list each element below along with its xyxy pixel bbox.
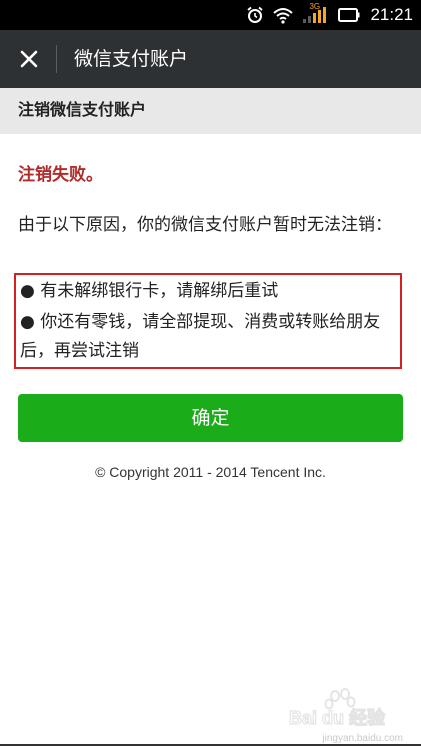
bullet-icon: ● [20, 281, 35, 301]
nav-divider [56, 45, 57, 73]
reason-list: ● 有未解绑银行卡，请解绑后重试 ● 你还有零钱，请全部提现、消费或转账给朋友后… [14, 273, 402, 369]
section-header-title: 注销微信支付账户 [18, 100, 147, 119]
status-time: 21:21 [370, 5, 413, 24]
battery-icon [338, 8, 360, 22]
copyright-text: © Copyright 2011 - 2014 Tencent Inc. [95, 464, 326, 480]
close-button[interactable] [14, 44, 44, 74]
page-title: 微信支付账户 [74, 48, 189, 70]
watermark-url: jingyan.baidu.com [322, 733, 403, 744]
reason-text: 有未解绑银行卡，请解绑后重试 [40, 281, 279, 301]
list-item: ● 你还有零钱，请全部提现、消费或转账给朋友后，再尝试注销 [20, 308, 398, 366]
nav-bar: 微信支付账户 [0, 30, 421, 88]
reason-text: 你还有零钱，请全部提现、消费或转账给朋友后，再尝试注销 [20, 312, 381, 361]
section-header: 注销微信支付账户 [0, 88, 421, 134]
bullet-icon: ● [20, 312, 35, 332]
signal-icon: 3G [302, 2, 330, 24]
close-icon [20, 50, 38, 68]
alarm-icon [247, 6, 264, 23]
watermark-text: Bai du 经验 [289, 707, 386, 728]
status-bar: 3G 21:21 [0, 0, 421, 30]
confirm-button[interactable]: 确定 [18, 394, 403, 442]
app-screen: 3G 21:21 微信支付账户 注销微信支付账户 注销失败。 由于以下原因，你的… [0, 0, 421, 746]
baidu-jingyan-watermark: Bai du 经验 [288, 688, 387, 729]
list-item: ● 有未解绑银行卡，请解绑后重试 [20, 277, 398, 306]
reason-intro-text: 由于以下原因，你的微信支付账户暂时无法注销： [18, 215, 392, 235]
wifi-icon [273, 8, 294, 24]
network-type-label: 3G [309, 2, 321, 11]
failure-title: 注销失败。 [18, 165, 103, 185]
status-icons: 3G 21:21 [246, 0, 413, 30]
